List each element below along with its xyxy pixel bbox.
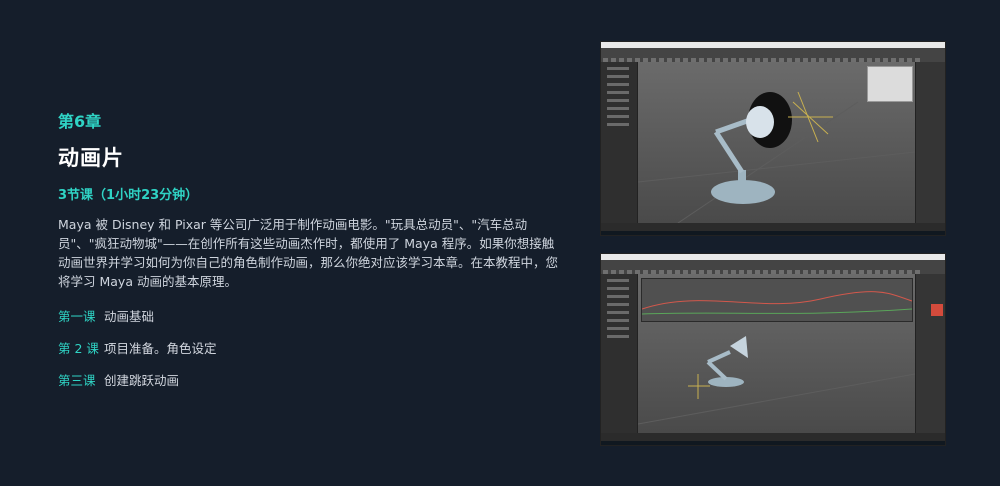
channel-box [915, 62, 945, 223]
lesson-name: 动画基础 [104, 308, 155, 324]
timeline [601, 223, 945, 231]
lessons-count: 3节课（1小时23分钟） [58, 188, 199, 203]
maya-screenshot-lamp [600, 41, 946, 236]
lesson-name: 创建跳跃动画 [104, 372, 180, 388]
chapter-label: 第6章 [58, 112, 102, 131]
lesson-name: 项目准备。角色设定 [104, 340, 217, 356]
outliner-panel [601, 274, 638, 433]
app-toolbar [601, 260, 945, 275]
chapter-description: Maya 被 Disney 和 Pixar 等公司广泛用于制作动画电影。"玩具总… [58, 217, 559, 289]
lesson-item[interactable]: 第一课 动画基础 [58, 299, 558, 331]
outliner-panel [601, 62, 638, 223]
chapter-info: 第6章 动画片 3节课（1小时23分钟） Maya 被 Disney 和 Pix… [58, 108, 558, 395]
lesson-number: 第一课 [58, 308, 96, 324]
lesson-item[interactable]: 第三课 创建跳跃动画 [58, 363, 558, 395]
taskbar [601, 231, 945, 235]
chapter-title: 动画片 [58, 146, 124, 170]
maya-screenshot-graph-editor [600, 253, 946, 446]
lesson-number: 第 2 课 [58, 340, 99, 356]
graph-editor-panel [641, 278, 913, 322]
lesson-item[interactable]: 第 2 课 项目准备。角色设定 [58, 331, 558, 363]
lesson-number: 第三课 [58, 372, 96, 388]
app-toolbar [601, 48, 945, 63]
channel-box [915, 274, 945, 433]
keyed-attribute-indicator [931, 304, 943, 316]
animation-curve-icon [641, 291, 913, 315]
timeline [601, 433, 945, 441]
taskbar [601, 441, 945, 445]
preview-window [867, 66, 913, 102]
